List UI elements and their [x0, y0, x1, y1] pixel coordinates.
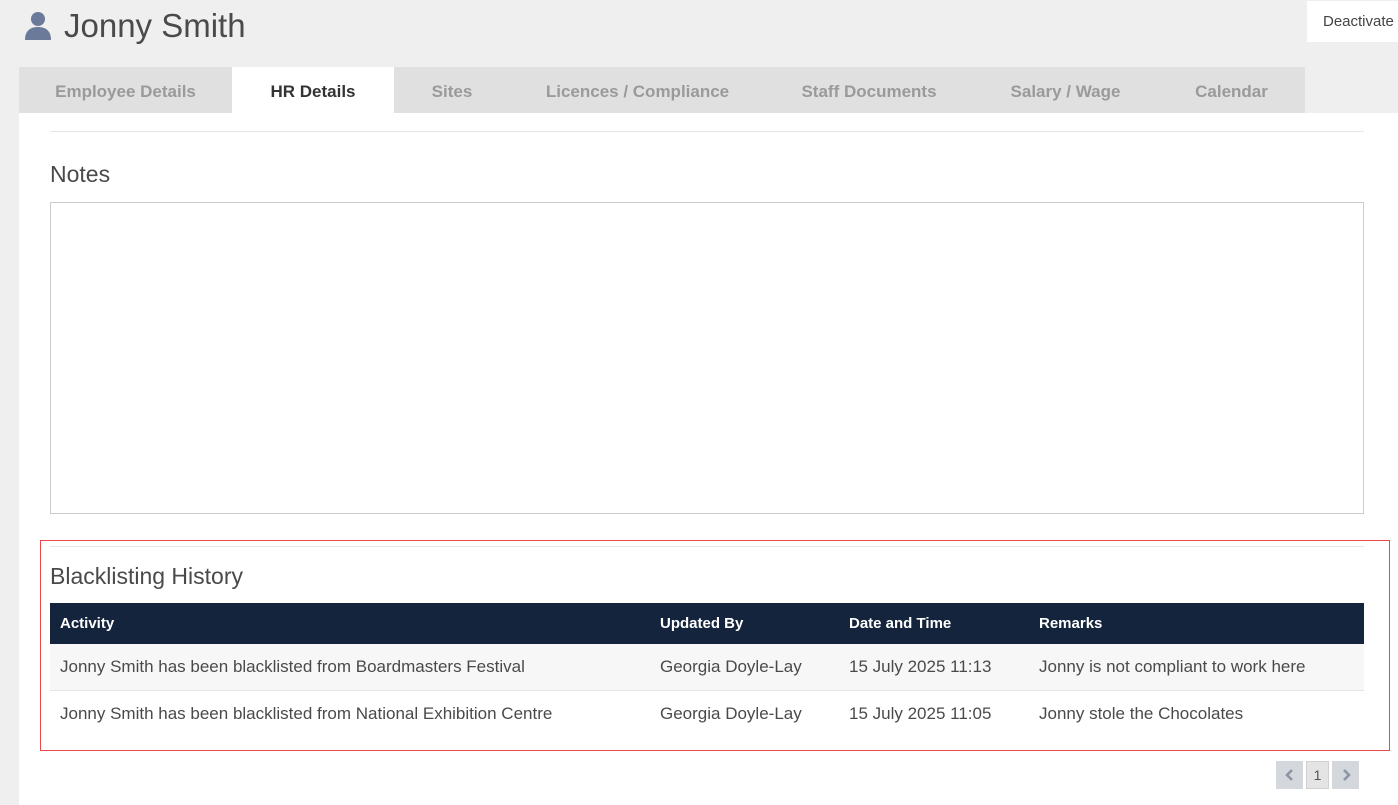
tab-sites[interactable]: Sites — [394, 67, 510, 113]
tab-licences-compliance[interactable]: Licences / Compliance — [510, 67, 765, 113]
column-header-remarks: Remarks — [1029, 603, 1364, 644]
pagination: 1 — [1276, 761, 1359, 789]
column-header-activity: Activity — [50, 603, 650, 644]
page-header: Jonny Smith — [24, 4, 246, 48]
blacklisting-table: Activity Updated By Date and Time Remark… — [50, 603, 1364, 737]
cell-activity: Jonny Smith has been blacklisted from Bo… — [50, 644, 650, 691]
notes-textarea[interactable] — [50, 202, 1364, 514]
table-row: Jonny Smith has been blacklisted from Bo… — [50, 644, 1364, 691]
next-page-button[interactable] — [1332, 761, 1359, 789]
cell-date-time: 15 July 2025 11:05 — [839, 690, 1029, 737]
cell-date-time: 15 July 2025 11:13 — [839, 644, 1029, 691]
page: Jonny Smith Deactivate Employee Details … — [0, 0, 1398, 805]
chevron-left-icon — [1284, 769, 1293, 781]
divider — [50, 546, 1364, 547]
tab-salary-wage[interactable]: Salary / Wage — [973, 67, 1158, 113]
deactivate-button[interactable]: Deactivate — [1307, 1, 1398, 42]
chevron-right-icon — [1342, 769, 1351, 781]
table-row: Jonny Smith has been blacklisted from Na… — [50, 690, 1364, 737]
column-header-date-time: Date and Time — [839, 603, 1029, 644]
cell-updated-by: Georgia Doyle-Lay — [650, 690, 839, 737]
prev-page-button[interactable] — [1276, 761, 1303, 789]
hr-details-panel: Notes Blacklisting History Activity Upda… — [19, 113, 1398, 805]
cell-updated-by: Georgia Doyle-Lay — [650, 644, 839, 691]
page-title: Jonny Smith — [64, 7, 246, 44]
page-number-button[interactable]: 1 — [1306, 761, 1329, 789]
tab-employee-details[interactable]: Employee Details — [19, 67, 232, 113]
tab-staff-documents[interactable]: Staff Documents — [765, 67, 973, 113]
notes-heading: Notes — [50, 161, 111, 187]
cell-activity: Jonny Smith has been blacklisted from Na… — [50, 690, 650, 737]
tab-bar: Employee Details HR Details Sites Licenc… — [19, 67, 1305, 113]
blacklisting-heading: Blacklisting History — [50, 563, 243, 589]
tab-calendar[interactable]: Calendar — [1158, 67, 1305, 113]
divider — [50, 131, 1364, 132]
tab-hr-details[interactable]: HR Details — [232, 67, 394, 113]
column-header-updated-by: Updated By — [650, 603, 839, 644]
cell-remarks: Jonny stole the Chocolates — [1029, 690, 1364, 737]
user-icon — [24, 11, 52, 41]
table-header-row: Activity Updated By Date and Time Remark… — [50, 603, 1364, 644]
cell-remarks: Jonny is not compliant to work here — [1029, 644, 1364, 691]
